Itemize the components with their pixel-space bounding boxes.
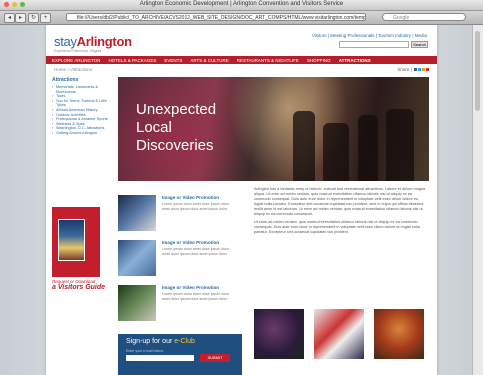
site-logo[interactable]: stayArlington [54, 34, 132, 49]
eclub-signup: Sign-up for our e-Club Enter your e-mail… [118, 334, 242, 375]
visitors-guide-cover [58, 219, 85, 261]
facebook-icon[interactable] [414, 68, 417, 71]
hero-figure [323, 123, 349, 181]
hero-figure [293, 111, 315, 181]
nav-item-attractions[interactable]: ATTRACTIONS [339, 58, 371, 63]
forward-button[interactable]: ▸ [15, 13, 26, 23]
nav-item-events[interactable]: EVENTS [164, 58, 182, 63]
print-icon[interactable] [426, 68, 429, 71]
nav-item-arts[interactable]: ARTS & CULTURE [190, 58, 228, 63]
eclub-title: Sign-up for our e-Club [126, 338, 195, 345]
promo-body: Lorem ipsum dolor amet dolor ipsum dolor… [162, 292, 230, 301]
nav-item-restaurants[interactable]: RESTAURANTS & NIGHTLIFE [237, 58, 299, 63]
vertical-scrollbar[interactable] [472, 25, 483, 375]
photo-grapes[interactable] [254, 309, 304, 359]
site-tagline: Experience Discovery, Virginia [54, 49, 102, 53]
hero-banner[interactable]: Unexpected Local Discoveries [118, 77, 429, 181]
photo-sports[interactable] [314, 309, 364, 359]
page-viewport: stayArlington Experience Discovery, Virg… [0, 25, 483, 375]
site-page: stayArlington Experience Discovery, Virg… [46, 25, 437, 375]
sidebar: Attractions Memorials, Landmarks & Monum… [52, 77, 112, 136]
title-bar: Arlington Economic Development | Arlingt… [0, 0, 483, 11]
email-icon[interactable] [422, 68, 425, 71]
promo-thumbnail[interactable] [118, 195, 156, 231]
scrollbar-thumb[interactable] [475, 31, 480, 111]
twitter-icon[interactable] [418, 68, 421, 71]
promo-item[interactable]: Image or Video Promotion Lorem ipsum dol… [118, 285, 238, 325]
eclub-email-input[interactable] [126, 355, 194, 361]
browser-toolbar: ◂ ▸ ↻ + file:///Users/dbl2/Public/_TO_AR… [0, 11, 483, 25]
back-button[interactable]: ◂ [4, 13, 15, 23]
eclub-submit-button[interactable]: SUBMIT [200, 354, 230, 362]
photo-food[interactable] [374, 309, 424, 359]
article-paragraph: Ut enim ad minim veniam, quis nostrud ex… [254, 220, 420, 235]
promo-item[interactable]: Image or Video Promotion Lorem ipsum dol… [118, 240, 238, 280]
nav-item-shopping[interactable]: SHOPPING [307, 58, 331, 63]
reload-icon[interactable]: ↻ [28, 13, 39, 23]
visitors-guide-title[interactable]: a Visitors Guide [52, 284, 105, 291]
add-bookmark-icon[interactable]: + [40, 13, 51, 23]
photo-strip [254, 309, 429, 361]
eclub-note: Enter your e-mail below: [126, 349, 164, 353]
share-bar[interactable]: Share | [397, 67, 429, 72]
site-search-input[interactable] [339, 41, 409, 48]
browser-window: Arlington Economic Development | Arlingt… [0, 0, 483, 375]
promo-thumbnail[interactable] [118, 240, 156, 276]
promo-title[interactable]: Image or Video Promotion [162, 240, 219, 245]
promo-thumbnail[interactable] [118, 285, 156, 321]
visitors-guide-promo[interactable] [52, 207, 100, 277]
sidebar-item-memorials[interactable]: Memorials, Landmarks & Monuments [52, 85, 112, 94]
address-bar[interactable]: file:///Users/dbl2/Public/_TO_ARCHIVE/AC… [66, 13, 366, 21]
promo-title[interactable]: Image or Video Promotion [162, 195, 219, 200]
utility-links[interactable]: Visitors | Meeting Professionals | Touri… [312, 33, 427, 38]
article-text: Arlington has a fantastic array of histo… [254, 187, 428, 239]
main-nav: EXPLORE ARLINGTON HOTELS & PACKAGES EVEN… [46, 56, 437, 64]
browser-search-field[interactable]: Google [382, 13, 466, 21]
promo-body: Lorem ipsum dolor amet dolor ipsum dolor… [162, 247, 230, 256]
hero-figure [386, 109, 414, 181]
promo-item[interactable]: Image or Video Promotion Lorem ipsum dol… [118, 195, 238, 235]
promo-body: Lorem ipsum dolor amet dolor ipsum dolor… [162, 202, 230, 211]
sidebar-item-kids[interactable]: Sun for Teens, Tweens & Little Tykes [52, 99, 112, 108]
promo-title[interactable]: Image or Video Promotion [162, 285, 219, 290]
breadcrumb[interactable]: Home > Attractions [54, 67, 92, 72]
hero-figure [358, 115, 378, 181]
site-search-button[interactable]: Search [411, 41, 428, 48]
window-title: Arlington Economic Development | Arlingt… [139, 1, 344, 7]
nav-item-explore[interactable]: EXPLORE ARLINGTON [52, 58, 100, 63]
article-paragraph: Arlington has a fantastic array of histo… [254, 187, 426, 216]
sidebar-heading[interactable]: Attractions [52, 77, 112, 83]
sidebar-item-getting-around[interactable]: Getting Around Arlington [52, 131, 112, 136]
hero-headline: Unexpected Local Discoveries [136, 101, 217, 154]
nav-item-hotels[interactable]: HOTELS & PACKAGES [108, 58, 156, 63]
